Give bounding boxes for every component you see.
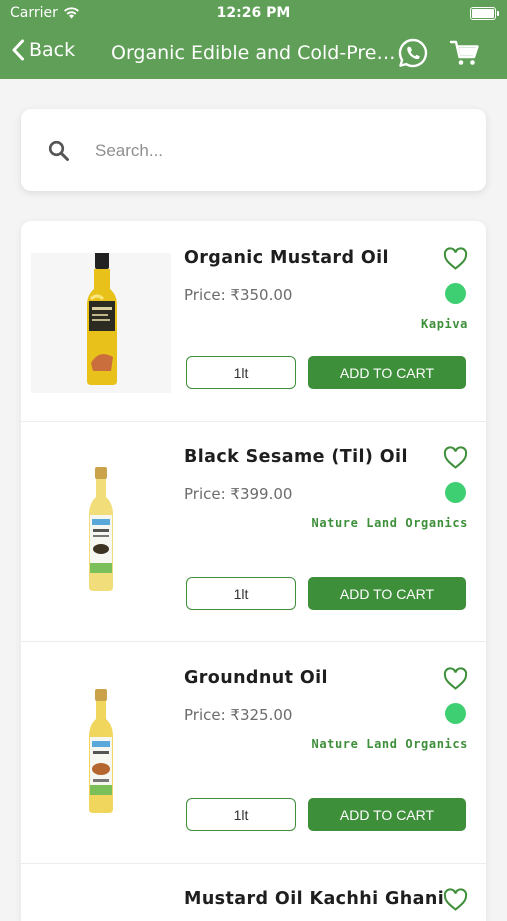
- product-card[interactable]: Mustard Oil Kachhi Ghani: [21, 863, 486, 921]
- oil-bottle-image: [89, 467, 113, 591]
- oil-bottle-image: [89, 689, 113, 813]
- nav-bar: Back Organic Edible and Cold-Pressed Oil…: [0, 30, 507, 75]
- heart-icon[interactable]: [443, 888, 468, 912]
- product-price: Price: ₹399.00: [184, 485, 293, 503]
- page-title: Organic Edible and Cold-Pressed Oils: [111, 42, 399, 64]
- chevron-left-icon: [12, 39, 24, 61]
- product-image[interactable]: [31, 685, 171, 825]
- back-button[interactable]: Back: [11, 39, 75, 61]
- product-card[interactable]: Black Sesame (Til) Oil Price: ₹399.00 Na…: [21, 421, 486, 642]
- product-name: Organic Mustard Oil: [184, 248, 389, 268]
- brand-label: Nature Land Organics: [311, 737, 468, 751]
- add-to-cart-button[interactable]: ADD TO CART: [308, 577, 466, 610]
- product-image[interactable]: [31, 463, 171, 603]
- product-list: Organic Mustard Oil Price: ₹350.00 Kapiv…: [21, 221, 486, 921]
- status-time: 12:26 PM: [216, 5, 291, 21]
- product-name: Groundnut Oil: [184, 668, 328, 688]
- brand-label: Nature Land Organics: [311, 516, 468, 530]
- size-selector[interactable]: 1lt: [186, 798, 296, 831]
- size-selector[interactable]: 1lt: [186, 356, 296, 389]
- heart-icon[interactable]: [443, 446, 468, 470]
- add-to-cart-button[interactable]: ADD TO CART: [308, 798, 466, 831]
- brand-label: Kapiva: [421, 317, 468, 331]
- heart-icon[interactable]: [443, 247, 468, 271]
- veg-indicator: [445, 703, 466, 724]
- product-price: Price: ₹325.00: [184, 706, 293, 724]
- search-input[interactable]: [93, 133, 467, 169]
- veg-indicator: [445, 283, 466, 304]
- product-name: Mustard Oil Kachhi Ghani: [184, 889, 445, 909]
- top-bar: Carrier 12:26 PM Back Organic Edible and…: [0, 0, 507, 79]
- search-icon: [48, 140, 69, 161]
- back-label: Back: [29, 39, 76, 61]
- product-card[interactable]: Organic Mustard Oil Price: ₹350.00 Kapiv…: [21, 221, 486, 422]
- battery-icon: [470, 7, 499, 20]
- whatsapp-icon[interactable]: [397, 37, 429, 69]
- add-to-cart-button[interactable]: ADD TO CART: [308, 356, 466, 389]
- product-name: Black Sesame (Til) Oil: [184, 447, 408, 467]
- product-card[interactable]: Groundnut Oil Price: ₹325.00 Nature Land…: [21, 641, 486, 864]
- product-image[interactable]: [31, 251, 171, 393]
- veg-indicator: [445, 482, 466, 503]
- size-selector[interactable]: 1lt: [186, 577, 296, 610]
- product-price: Price: ₹350.00: [184, 286, 293, 304]
- oil-bottle-image: [87, 251, 117, 385]
- cart-icon[interactable]: [449, 37, 481, 69]
- search-bar: [21, 109, 486, 191]
- status-bar: Carrier 12:26 PM: [0, 0, 507, 28]
- heart-icon[interactable]: [443, 667, 468, 691]
